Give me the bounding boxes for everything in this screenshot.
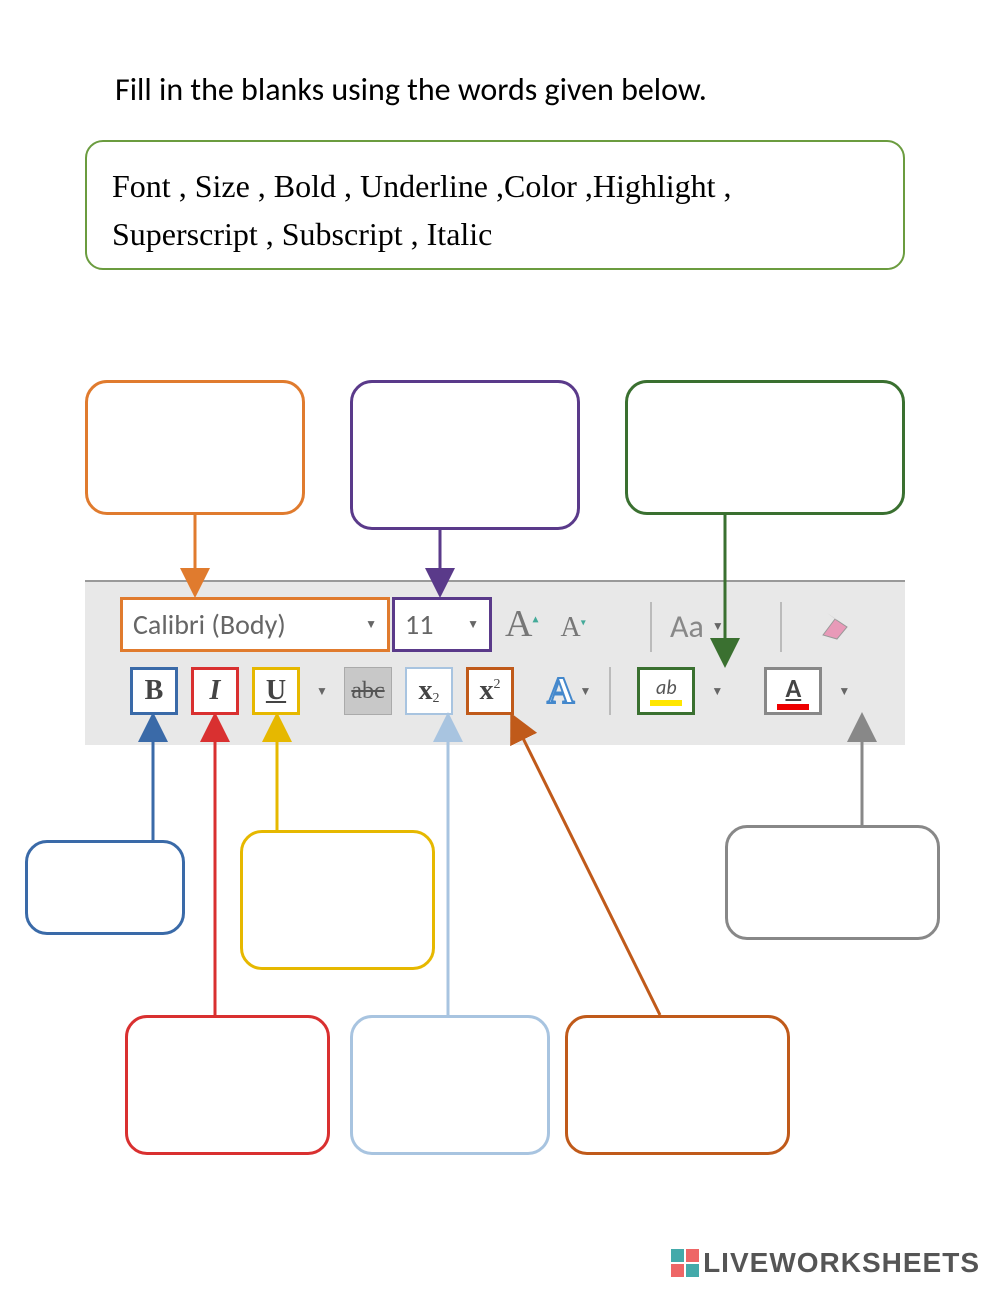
highlight-dropdown[interactable]: ▼: [708, 667, 726, 715]
font-color-dropdown[interactable]: ▼: [835, 667, 853, 715]
separator: [609, 667, 611, 715]
font-size-selector[interactable]: 11 ▼: [392, 597, 492, 652]
separator: [650, 602, 652, 652]
blank-italic[interactable]: [125, 1015, 330, 1155]
blank-subscript[interactable]: [350, 1015, 550, 1155]
watermark: LIVEWORKSHEETS: [671, 1247, 980, 1279]
font-name-selector[interactable]: Calibri (Body) ▼: [120, 597, 390, 652]
dropdown-icon: ▼: [579, 684, 591, 699]
blank-font[interactable]: [85, 380, 305, 515]
superscript-button[interactable]: x2: [466, 667, 514, 715]
blank-highlight[interactable]: [625, 380, 905, 515]
font-ribbon: Calibri (Body) ▼ 11 ▼ A▴ A▾ Aa ▼ B I U ▼…: [85, 580, 905, 745]
bold-button[interactable]: B: [130, 667, 178, 715]
underline-dropdown[interactable]: ▼: [313, 667, 331, 715]
change-case-icon: Aa: [670, 607, 704, 646]
font-color-button[interactable]: A: [764, 667, 822, 715]
dropdown-icon: ▼: [365, 617, 377, 632]
dropdown-icon: ▼: [467, 617, 479, 632]
font-color-bar: [777, 704, 809, 710]
instruction-text: Fill in the blanks using the words given…: [115, 70, 707, 109]
highlight-color-bar: [650, 700, 682, 706]
font-name-value: Calibri (Body): [133, 607, 286, 642]
highlight-button[interactable]: ab: [637, 667, 695, 715]
blank-underline[interactable]: [240, 830, 435, 970]
text-effects-button[interactable]: A ▼: [547, 669, 591, 713]
watermark-logo-icon: [671, 1249, 699, 1277]
blank-bold[interactable]: [25, 840, 185, 935]
dropdown-icon: ▼: [712, 619, 724, 634]
blank-color[interactable]: [725, 825, 940, 940]
change-case-button[interactable]: Aa ▼: [670, 607, 724, 646]
watermark-text: LIVEWORKSHEETS: [703, 1247, 980, 1279]
font-color-icon: A: [785, 672, 801, 704]
text-effects-icon: A: [547, 669, 574, 713]
blank-size[interactable]: [350, 380, 580, 530]
strikethrough-button[interactable]: abc: [344, 667, 392, 715]
blank-superscript[interactable]: [565, 1015, 790, 1155]
clear-formatting-icon[interactable]: [815, 607, 855, 657]
shrink-font-icon: A▾: [560, 612, 585, 644]
underline-button[interactable]: U: [252, 667, 300, 715]
highlight-icon: ab: [656, 676, 677, 700]
separator: [780, 602, 782, 652]
grow-shrink-font[interactable]: A▴ A▾: [505, 602, 586, 646]
font-size-value: 11: [405, 607, 433, 642]
grow-font-icon: A▴: [505, 602, 538, 646]
italic-button[interactable]: I: [191, 667, 239, 715]
word-bank: Font , Size , Bold , Underline ,Color ,H…: [85, 140, 905, 270]
subscript-button[interactable]: x2: [405, 667, 453, 715]
